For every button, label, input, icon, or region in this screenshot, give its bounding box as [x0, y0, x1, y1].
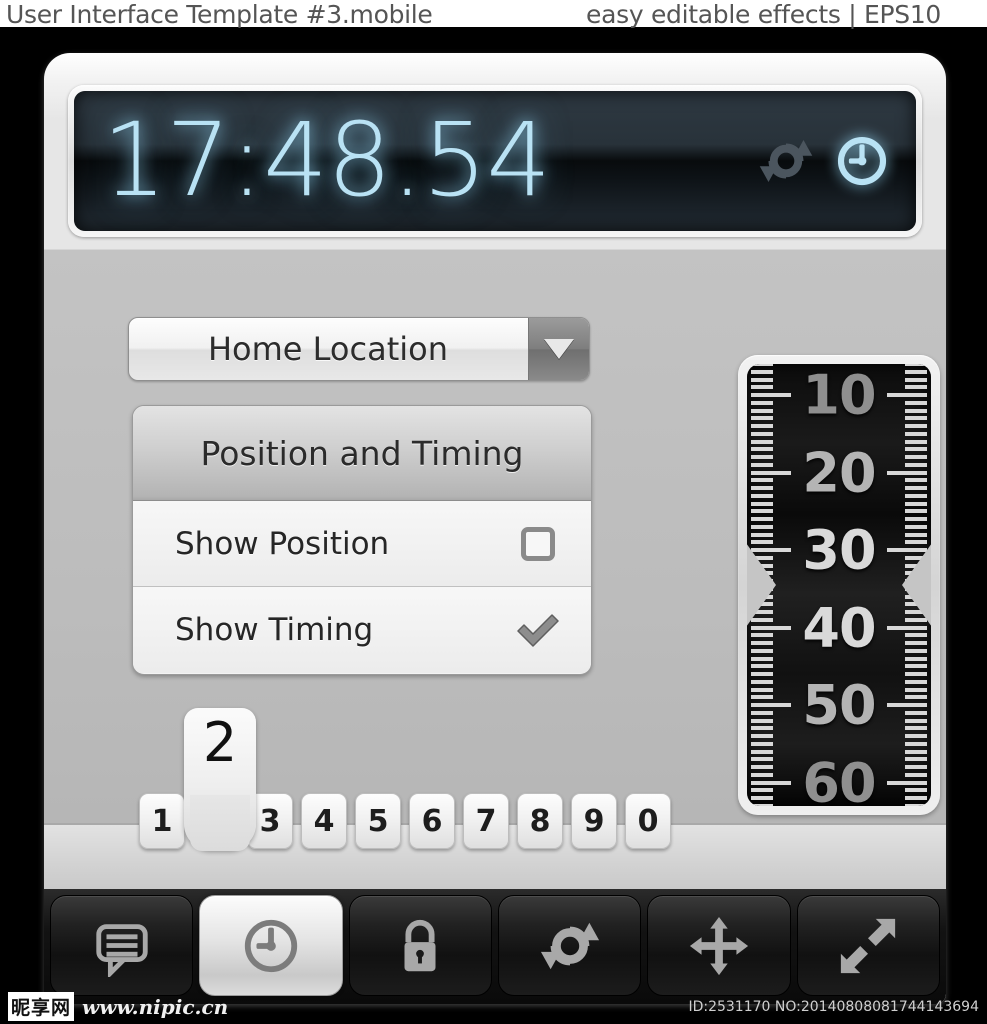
- row-label-show-timing: Show Timing: [175, 612, 374, 648]
- gauge-tick: [751, 741, 773, 746]
- toolbar-button-move[interactable]: [647, 895, 791, 996]
- watermark-url: www.nipic.cn: [82, 994, 229, 1019]
- watermark-logo-cn: 昵享网: [8, 992, 75, 1021]
- watermark-id: ID:2531170 NO:20140808081744143694: [688, 999, 979, 1015]
- lock-icon: [404, 919, 436, 971]
- clock-icon: [244, 919, 298, 972]
- lcd-screen: 17:48.54: [74, 91, 916, 231]
- key-5[interactable]: 5: [355, 793, 401, 849]
- gauge-label-10: 10: [802, 364, 876, 427]
- key-0[interactable]: 0: [625, 793, 671, 849]
- checkbox-show-position[interactable]: [521, 526, 555, 561]
- gauge-tick: [751, 664, 773, 669]
- lcd-bezel: 17:48.54: [68, 85, 922, 237]
- gauge-label-50: 50: [802, 673, 876, 737]
- location-dropdown[interactable]: Home Location: [128, 317, 590, 381]
- gauge-indicator-left-icon: [747, 544, 776, 626]
- list-item[interactable]: Show Position: [133, 501, 591, 587]
- device-inner: 17:48.54 Home Location Position and Timi…: [44, 53, 946, 1004]
- key-popup-label: 2: [202, 711, 238, 774]
- clock-icon[interactable]: [834, 133, 890, 189]
- caption-title: User Interface Template #3.mobile: [6, 0, 433, 29]
- key-4[interactable]: 4: [301, 793, 347, 849]
- gauge-tick: [905, 741, 927, 746]
- dropdown-value: Home Location: [207, 330, 448, 368]
- key-8[interactable]: 8: [517, 793, 563, 849]
- toolbar-button-refresh[interactable]: [497, 895, 642, 996]
- toolbar-button-lock[interactable]: [348, 895, 492, 996]
- key-9[interactable]: 9: [571, 793, 617, 849]
- key-press-popup: 2: [184, 708, 256, 851]
- device-frame: 17:48.54 Home Location Position and Timi…: [44, 53, 946, 1004]
- move-icon: [689, 916, 749, 975]
- settings-panel: Position and Timing Show Position Show T…: [132, 405, 592, 675]
- gauge-tick: [905, 431, 927, 436]
- gauge-screen: 10 20 30 40 50 60: [747, 364, 931, 806]
- key-6[interactable]: 6: [409, 793, 455, 849]
- chevron-down-icon: [544, 339, 574, 359]
- screenshot-root: User Interface Template #3.mobile easy e…: [0, 0, 987, 1024]
- clock-time: 17:48.54: [102, 101, 551, 220]
- dropdown-arrow-button[interactable]: [528, 318, 589, 380]
- collapse-icon: [841, 918, 896, 973]
- refresh-icon: [540, 922, 599, 969]
- toolbar-button-collapse[interactable]: [796, 895, 940, 996]
- key-1[interactable]: 1: [139, 793, 185, 849]
- gauge-tick: [905, 664, 927, 669]
- caption-subtitle: easy editable effects | EPS10: [586, 0, 942, 29]
- panel-header: Position and Timing: [133, 406, 591, 501]
- panel-title: Position and Timing: [200, 433, 524, 473]
- lcd-status-icons: [758, 133, 890, 189]
- list-item[interactable]: Show Timing: [133, 587, 591, 673]
- bottom-toolbar: [44, 889, 946, 1004]
- gauge-indicator-right-icon: [902, 544, 931, 626]
- scale-gauge[interactable]: 10 20 30 40 50 60: [738, 355, 940, 815]
- gauge-tick: [905, 509, 927, 514]
- gauge-tick: [751, 431, 773, 436]
- row-label-show-position: Show Position: [175, 525, 390, 562]
- refresh-icon[interactable]: [758, 133, 814, 189]
- toolbar-button-chat[interactable]: [50, 895, 194, 996]
- gauge-label-20: 20: [802, 441, 876, 505]
- watermark-logo: 昵享网 www.nipic.cn: [8, 992, 228, 1021]
- caption-bar: User Interface Template #3.mobile easy e…: [0, 0, 987, 29]
- checkmark-icon[interactable]: [515, 610, 561, 650]
- chat-icon: [95, 923, 148, 977]
- key-7[interactable]: 7: [463, 793, 509, 849]
- gauge-label-60: 60: [802, 751, 876, 806]
- gauge-tick: [751, 509, 773, 514]
- toolbar-button-clock[interactable]: [199, 895, 343, 996]
